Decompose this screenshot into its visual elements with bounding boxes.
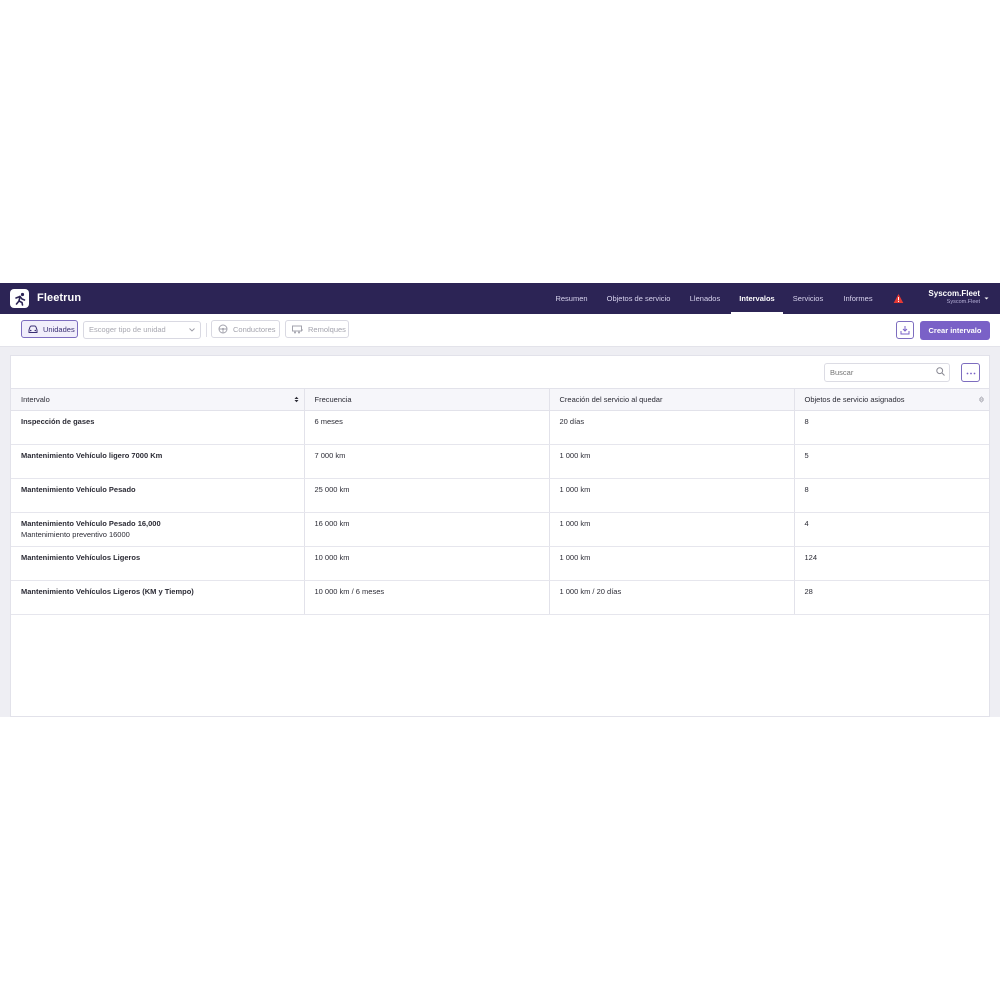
- more-options-button[interactable]: [961, 363, 980, 382]
- drivers-filter-button[interactable]: Conductores: [211, 320, 280, 338]
- trailers-filter-label: Remolques: [308, 324, 346, 334]
- search-input[interactable]: [824, 363, 950, 382]
- chevron-down-icon: [189, 328, 195, 332]
- unit-type-select[interactable]: Escoger tipo de unidad: [83, 321, 201, 339]
- nav-item-informes[interactable]: Informes: [838, 283, 878, 314]
- user-account: Syscom.Fleet: [946, 299, 980, 305]
- nav-item-servicios[interactable]: Servicios: [788, 283, 828, 314]
- interval-frequency: 7 000 km: [303, 444, 549, 479]
- nav-item-intervalos[interactable]: Intervalos: [731, 283, 783, 314]
- column-header-frecuencia[interactable]: Frecuencia: [303, 388, 549, 411]
- column-header-intervalo[interactable]: Intervalo: [11, 388, 304, 411]
- interval-name[interactable]: Mantenimiento Vehículo ligero 7000 Km: [11, 444, 304, 479]
- nav-item-objetos-de-servicio[interactable]: Objetos de servicio: [602, 283, 675, 314]
- interval-description: Mantenimiento preventivo 16000: [21, 530, 130, 539]
- column-header-objetos-asignados[interactable]: Objetos de servicio asignados: [793, 388, 989, 411]
- interval-assigned: 8: [793, 410, 989, 445]
- interval-name[interactable]: Mantenimiento Vehículo Pesado 16,000 Man…: [11, 512, 304, 547]
- table-row[interactable]: Inspección de gases 6 meses 20 días 8: [11, 410, 989, 445]
- interval-creation: 20 días: [548, 410, 794, 445]
- divider: [206, 323, 207, 337]
- interval-creation: 1 000 km: [548, 444, 794, 479]
- interval-creation: 1 000 km: [548, 546, 794, 581]
- interval-creation: 1 000 km / 20 días: [548, 580, 794, 615]
- table-row[interactable]: Mantenimiento Vehículo Pesado 25 000 km …: [11, 478, 989, 513]
- trailers-filter-button[interactable]: Remolques: [285, 320, 349, 338]
- interval-creation: 1 000 km: [548, 478, 794, 513]
- table-row[interactable]: Mantenimiento Vehículo Pesado 16,000 Man…: [11, 512, 989, 547]
- nav-item-resumen[interactable]: Resumen: [551, 283, 592, 314]
- interval-assigned: 5: [793, 444, 989, 479]
- car-icon: [28, 325, 38, 333]
- download-icon: [900, 326, 910, 335]
- alert-triangle-icon[interactable]: [893, 293, 904, 304]
- main-nav: Resumen Objetos de servicio Llenados Int…: [0, 283, 1000, 314]
- intervals-card: Intervalo Frecuencia Creación del servic…: [10, 355, 990, 717]
- export-button[interactable]: [896, 321, 914, 339]
- interval-frequency: 6 meses: [303, 410, 549, 445]
- interval-name[interactable]: Mantenimiento Vehículos Ligeros: [11, 546, 304, 581]
- steering-wheel-icon: [218, 324, 228, 334]
- table-row[interactable]: Mantenimiento Vehículo ligero 7000 Km 7 …: [11, 444, 989, 479]
- interval-frequency: 10 000 km: [303, 546, 549, 581]
- interval-frequency: 10 000 km / 6 meses: [303, 580, 549, 615]
- user-menu[interactable]: Syscom.Fleet Syscom.Fleet: [928, 290, 980, 306]
- drivers-filter-label: Conductores: [233, 324, 276, 334]
- interval-name[interactable]: Mantenimiento Vehículos Ligeros (KM y Ti…: [11, 580, 304, 615]
- units-filter-label: Unidades: [43, 324, 75, 334]
- search-icon: [936, 367, 945, 376]
- table-row[interactable]: Mantenimiento Vehículos Ligeros 10 000 k…: [11, 546, 989, 581]
- chevron-down-icon[interactable]: [984, 296, 989, 301]
- interval-assigned: 124: [793, 546, 989, 581]
- column-header-creacion[interactable]: Creación del servicio al quedar: [548, 388, 794, 411]
- interval-assigned: 8: [793, 478, 989, 513]
- table-row[interactable]: Mantenimiento Vehículos Ligeros (KM y Ti…: [11, 580, 989, 615]
- app-window: Fleetrun Resumen Objetos de servicio Lle…: [0, 283, 1000, 717]
- top-navbar: Fleetrun Resumen Objetos de servicio Lle…: [0, 283, 1000, 314]
- interval-frequency: 16 000 km: [303, 512, 549, 547]
- units-filter-button[interactable]: Unidades: [21, 320, 78, 338]
- unit-type-placeholder: Escoger tipo de unidad: [89, 325, 166, 334]
- interval-name[interactable]: Inspección de gases: [11, 410, 304, 445]
- nav-item-llenados[interactable]: Llenados: [685, 283, 725, 314]
- interval-creation: 1 000 km: [548, 512, 794, 547]
- sort-icon[interactable]: [979, 396, 984, 403]
- intervals-table: Intervalo Frecuencia Creación del servic…: [11, 388, 989, 615]
- sort-icon[interactable]: [294, 396, 299, 403]
- table-header-row: Intervalo Frecuencia Creación del servic…: [11, 388, 989, 411]
- filter-bar: Unidades Escoger tipo de unidad Conducto…: [0, 314, 1000, 347]
- interval-frequency: 25 000 km: [303, 478, 549, 513]
- user-name: Syscom.Fleet: [928, 289, 980, 298]
- create-interval-button[interactable]: Crear intervalo: [920, 321, 990, 340]
- trailer-icon: [292, 325, 303, 333]
- more-dots-icon: [966, 372, 975, 374]
- interval-assigned: 4: [793, 512, 989, 547]
- interval-assigned: 28: [793, 580, 989, 615]
- interval-name[interactable]: Mantenimiento Vehículo Pesado: [11, 478, 304, 513]
